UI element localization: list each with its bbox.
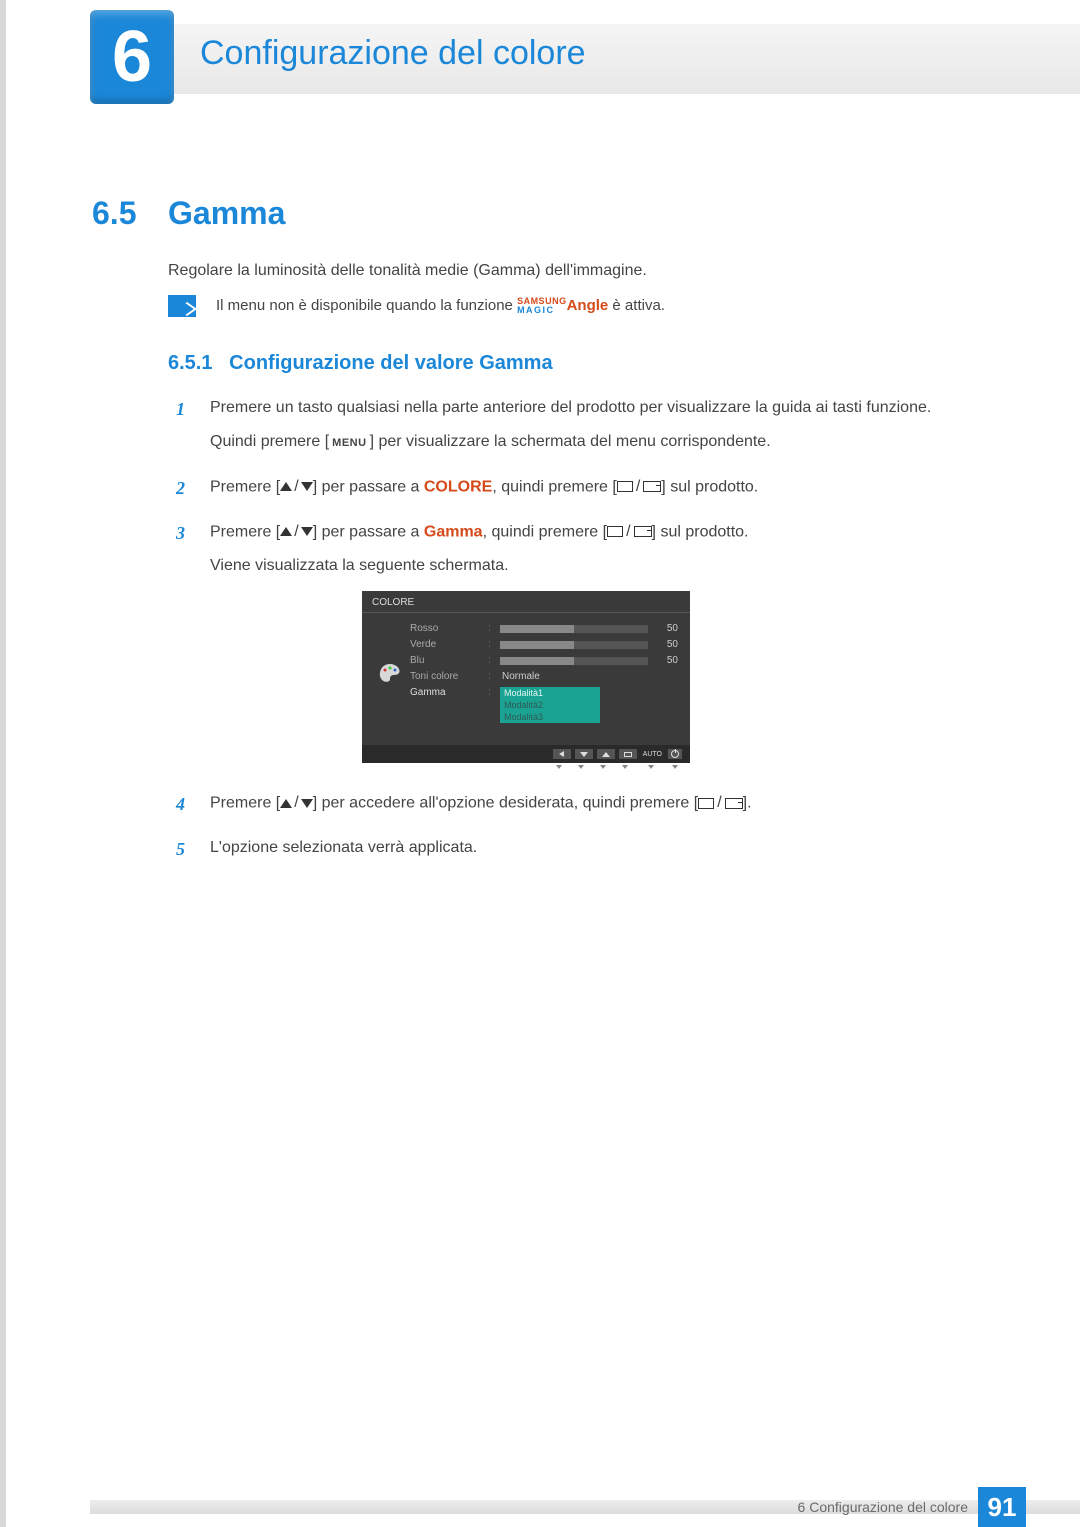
updown-icon: / <box>280 519 312 545</box>
step1-p2a: Quindi premere [ <box>210 433 329 450</box>
osd-nav-bar: AUTO <box>362 745 690 763</box>
nav-auto-label: AUTO <box>641 749 664 759</box>
s2a: Premere [ <box>210 478 280 495</box>
triangle-up-icon <box>280 482 292 491</box>
s4a: Premere [ <box>210 794 280 811</box>
osd-label-rosso: Rosso <box>410 623 488 634</box>
s3c: , quindi premere [ <box>483 523 608 540</box>
menu-button-label: MENU <box>329 433 369 453</box>
footer-text: 6 Configurazione del colore <box>798 1499 968 1515</box>
osd-gamma-opt3: Modalità3 <box>500 711 600 723</box>
subsection-number: 6.5.1 <box>168 352 212 374</box>
rect-icon <box>607 526 623 537</box>
s4c: ]. <box>743 794 752 811</box>
return-icon <box>643 481 661 492</box>
osd-value-verde: 50 <box>658 639 678 650</box>
osd-label-toni: Toni colore <box>410 671 488 682</box>
section-title: Gamma <box>168 195 285 232</box>
triangle-down-icon <box>301 482 313 491</box>
step-number: 2 <box>176 474 192 509</box>
osd-value-blu: 50 <box>658 655 678 666</box>
step1-p1: Premere un tasto qualsiasi nella parte a… <box>210 395 990 421</box>
enter-source-icon: / <box>607 519 651 545</box>
palette-icon <box>377 662 403 684</box>
osd-title: COLORE <box>362 591 690 613</box>
rect-icon <box>617 481 633 492</box>
step1-p2: Quindi premere [MENU] per visualizzare l… <box>210 429 990 455</box>
osd-gamma-opt1: Modalità1 <box>500 687 600 699</box>
step-number: 1 <box>176 395 192 464</box>
osd-label-gamma: Gamma <box>410 687 488 698</box>
nav-enter-icon <box>619 749 637 759</box>
nav-up-icon <box>597 749 615 759</box>
angle-word: Angle <box>567 297 609 314</box>
osd-value-toni: Normale <box>500 671 678 682</box>
note-row: Il menu non è disponibile quando la funz… <box>168 295 665 317</box>
step-number: 4 <box>176 790 192 825</box>
updown-icon: / <box>280 790 312 816</box>
enter-source-icon: / <box>698 790 742 816</box>
triangle-down-icon <box>301 527 313 536</box>
s3b: ] per passare a <box>313 523 424 540</box>
step-number: 5 <box>176 835 192 869</box>
s4b: ] per accedere all'opzione desiderata, q… <box>313 794 699 811</box>
rect-icon <box>698 798 714 809</box>
nav-tick-row <box>550 765 682 769</box>
s2d: ] sul prodotto. <box>661 478 758 495</box>
triangle-up-icon <box>280 527 292 536</box>
step-2: 2 Premere [/] per passare a COLORE, quin… <box>176 474 990 509</box>
chapter-title: Configurazione del colore <box>200 34 586 73</box>
page-footer: 6 Configurazione del colore 91 <box>0 1487 1080 1527</box>
colore-word: COLORE <box>424 478 492 495</box>
subsection-title: Configurazione del valore Gamma <box>229 352 552 374</box>
osd-gamma-opt2: Modalità2 <box>500 699 600 711</box>
enter-source-icon: / <box>617 474 661 500</box>
s3d: ] sul prodotto. <box>652 523 749 540</box>
s3a: Premere [ <box>210 523 280 540</box>
note-text: Il menu non è disponibile quando la funz… <box>216 297 665 315</box>
nav-down-icon <box>575 749 593 759</box>
osd-gamma-dropdown: Modalità1 Modalità2 Modalità3 <box>500 687 600 723</box>
nav-power-icon <box>668 749 682 759</box>
step-4: 4 Premere [/] per accedere all'opzione d… <box>176 790 990 825</box>
osd-label-verde: Verde <box>410 639 488 650</box>
note-after: è attiva. <box>612 297 665 314</box>
nav-back-icon <box>553 749 571 759</box>
step-1: 1 Premere un tasto qualsiasi nella parte… <box>176 395 990 464</box>
magic-bot: MAGIC <box>517 305 555 315</box>
triangle-up-icon <box>280 799 292 808</box>
osd-label-blu: Blu <box>410 655 488 666</box>
s2c: , quindi premere [ <box>492 478 617 495</box>
triangle-down-icon <box>301 799 313 808</box>
note-icon <box>168 295 196 317</box>
page-number-badge: 91 <box>978 1487 1026 1527</box>
intro-text: Regolare la luminosità delle tonalità me… <box>168 262 647 280</box>
return-icon <box>725 798 743 809</box>
chapter-number-badge: 6 <box>90 10 174 104</box>
osd-slider-blu: 50 <box>500 655 678 666</box>
step-number: 3 <box>176 519 192 588</box>
note-before: Il menu non è disponibile quando la funz… <box>216 297 517 314</box>
gamma-word: Gamma <box>424 523 483 540</box>
section-number: 6.5 <box>92 195 136 232</box>
samsung-magic-logo: SAMSUNG MAGIC <box>517 297 567 315</box>
step3-p2: Viene visualizzata la seguente schermata… <box>210 553 990 579</box>
step-5: 5 L'opzione selezionata verrà applicata. <box>176 835 990 869</box>
step-3: 3 Premere [/] per passare a Gamma, quind… <box>176 519 990 588</box>
osd-slider-rosso: 50 <box>500 623 678 634</box>
return-icon <box>634 526 652 537</box>
updown-icon: / <box>280 474 312 500</box>
step5-text: L'opzione selezionata verrà applicata. <box>210 835 990 861</box>
step1-p2b: ] per visualizzare la schermata del menu… <box>370 433 771 450</box>
left-gutter <box>0 0 6 1527</box>
subsection-heading: 6.5.1 Configurazione del valore Gamma <box>168 352 553 375</box>
osd-menu: COLORE Rosso Verde Blu Toni colore Gamma… <box>362 591 690 763</box>
osd-slider-verde: 50 <box>500 639 678 650</box>
osd-value-rosso: 50 <box>658 623 678 634</box>
s2b: ] per passare a <box>313 478 424 495</box>
